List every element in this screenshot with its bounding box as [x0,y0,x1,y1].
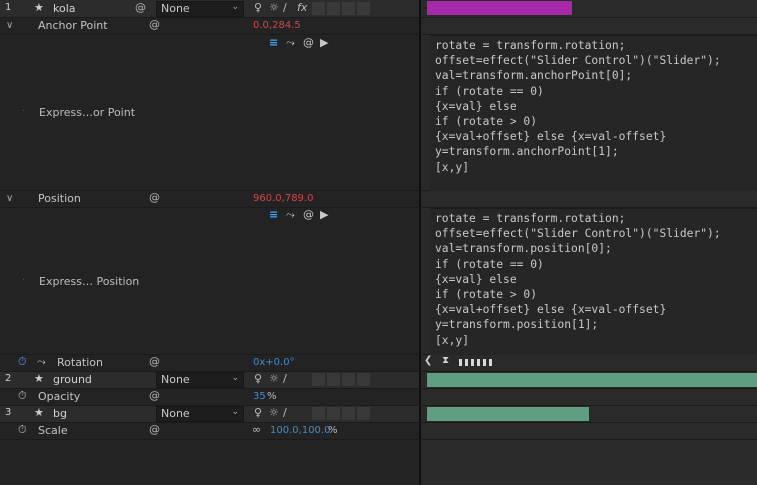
keyframe-hourglass-icon[interactable]: ⧗ [442,355,449,366]
switch-box[interactable] [342,2,355,15]
expression-row-anchor-point: ≡ ⤳ @ ▶ · Express…or Point [0,35,419,190]
pickwhip-spiral-icon[interactable]: @ [303,208,314,221]
property-row-scale[interactable]: ⏱ Scale @ ∞ 100.0,100.0 % [0,423,419,439]
play-icon[interactable]: ▶ [320,36,328,49]
switch-box[interactable] [342,407,355,420]
stopwatch-icon[interactable]: ⏱ [18,355,27,369]
constrain-link-icon[interactable]: ∞ [252,423,261,436]
layer-number: 1 [5,2,12,13]
graph-icon[interactable]: ⤳ [37,355,46,369]
puppet-icon[interactable]: ♀ [254,406,262,419]
switch-box[interactable] [342,373,355,386]
expression-editor-anchor-point[interactable]: rotate = transform.rotation; offset=effe… [430,35,757,191]
chevron-down-icon: ⌄ [231,2,239,12]
property-name: Anchor Point [38,19,108,32]
fx-icon[interactable]: fx [297,1,307,14]
quality-slash-icon[interactable]: ∕ [283,372,287,385]
star-icon: ★ [34,1,44,14]
switch-box[interactable] [312,2,325,15]
layer-name[interactable]: kola [53,2,76,15]
property-row-opacity[interactable]: ⏱ Opacity @ 35 % [0,389,419,405]
scale-unit: % [328,425,338,436]
layer-row-ground[interactable]: 2 ★ ground None ⌄ ♀ ☼ ∕ [0,372,419,388]
pickwhip-spiral-icon[interactable]: @ [135,1,146,14]
expression-editor-position[interactable]: rotate = transform.rotation; offset=effe… [430,208,757,355]
expression-label: Express…or Point [39,106,136,119]
pickwhip-spiral-icon[interactable]: @ [149,389,160,402]
layer-number: 3 [5,407,12,418]
property-name: Position [38,192,81,205]
stopwatch-icon[interactable]: ⏱ [18,389,27,403]
opacity-unit: % [267,391,277,402]
tree-dot: · [22,275,26,286]
parent-dropdown[interactable]: None ⌄ [156,406,244,422]
property-row-anchor-point[interactable]: ∨ Anchor Point @ 0.0,284.5 [0,18,419,34]
switch-box[interactable] [357,407,370,420]
pickwhip-spiral-icon[interactable]: @ [149,355,160,368]
chevron-down-icon: ⌄ [231,373,239,383]
layer-bar-kola[interactable] [427,1,573,15]
keyframe-left-icon[interactable]: ❮ [424,355,432,366]
layer-number: 2 [5,373,12,384]
parent-value: None [161,407,190,420]
switch-box[interactable] [327,407,340,420]
quality-slash-icon[interactable]: ∕ [283,406,287,419]
parent-value: None [161,373,190,386]
scale-value[interactable]: 100.0,100.0 [270,425,330,436]
property-name: Scale [38,424,68,437]
chevron-down-icon[interactable]: ∨ [6,20,13,31]
pickwhip-spiral-icon[interactable]: @ [149,191,160,204]
layer-bar-ground[interactable] [427,373,757,387]
switch-box[interactable] [327,2,340,15]
layer-name[interactable]: bg [53,407,67,420]
pickwhip-spiral-icon[interactable]: @ [149,423,160,436]
play-icon[interactable]: ▶ [320,208,328,221]
opacity-value[interactable]: 35 [253,391,266,402]
expression-code[interactable]: rotate = transform.rotation; offset=effe… [435,38,721,175]
parent-dropdown[interactable]: None ⌄ [156,372,244,388]
graph-icon[interactable]: ⤳ [286,36,295,50]
expression-code[interactable]: rotate = transform.rotation; offset=effe… [435,211,721,348]
pickwhip-spiral-icon[interactable]: @ [149,18,160,31]
expression-enable-icon[interactable]: ≡ [269,36,278,49]
puppet-icon[interactable]: ♀ [254,372,262,385]
parent-dropdown[interactable]: None ⌄ [156,1,244,17]
tree-dot: · [22,106,26,117]
position-value[interactable]: 960.0,789.0 [253,193,313,204]
layer-row-kola[interactable]: 1 ★ kola @ None ⌄ ♀ ☼ ∕ fx [0,0,419,17]
sun-icon[interactable]: ☼ [269,1,279,14]
star-icon: ★ [34,406,44,419]
quality-slash-icon[interactable]: ∕ [283,1,287,14]
property-row-position[interactable]: ∨ Position @ 960.0,789.0 [0,191,419,207]
stopwatch-icon[interactable]: ⏱ [18,423,27,437]
star-icon: ★ [34,372,44,385]
switch-box[interactable] [312,373,325,386]
row-divider [0,439,757,440]
sun-icon[interactable]: ☼ [269,372,279,385]
switch-box[interactable] [357,2,370,15]
chevron-down-icon: ⌄ [231,407,239,417]
property-name: Rotation [57,356,104,369]
graph-icon[interactable]: ⤳ [286,208,295,222]
chevron-down-icon[interactable]: ∨ [6,193,13,204]
anchor-point-value[interactable]: 0.0,284.5 [253,20,301,31]
parent-value: None [161,2,190,15]
switch-box[interactable] [357,373,370,386]
rotation-value[interactable]: 0x+0.0° [253,357,295,368]
pickwhip-spiral-icon[interactable]: @ [303,36,314,49]
switch-box[interactable] [327,373,340,386]
layer-row-bg[interactable]: 3 ★ bg None ⌄ ♀ ☼ ∕ [0,406,419,422]
property-name: Opacity [38,390,81,403]
expression-graph-icon[interactable] [459,359,495,366]
sun-icon[interactable]: ☼ [269,406,279,419]
switch-box[interactable] [312,407,325,420]
layer-name[interactable]: ground [53,373,92,386]
layer-bar-bg[interactable] [427,407,589,421]
rotation-timeline-markers[interactable]: ❮ ⧗ [424,355,504,369]
puppet-icon[interactable]: ♀ [254,1,262,14]
expression-row-position: ≡ ⤳ @ ▶ · Express… Position [0,208,419,354]
expression-label: Express… Position [39,275,140,288]
expression-enable-icon[interactable]: ≡ [269,208,278,221]
property-row-rotation[interactable]: ⏱ ⤳ Rotation @ 0x+0.0° [0,355,419,371]
